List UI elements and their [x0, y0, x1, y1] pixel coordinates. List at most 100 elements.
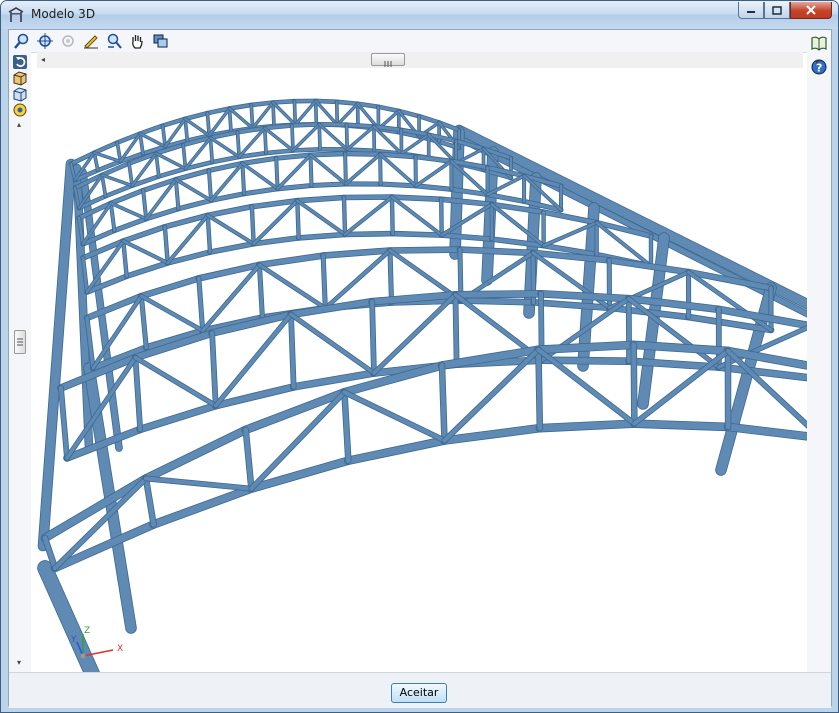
- roof-truss-0-vertical: [314, 99, 318, 126]
- roof-truss-3-bottom-chord: [208, 241, 256, 255]
- column-front-post: [38, 561, 100, 672]
- roof-truss-0-vertical: [250, 103, 254, 130]
- roof-truss-6-bottom-chord: [150, 485, 255, 528]
- roof-truss-6-diagonal: [342, 390, 447, 443]
- roof-truss-6-diagonal: [143, 476, 254, 491]
- roof-truss-1-bottom-chord: [291, 147, 322, 152]
- roof-truss-5-vertical: [58, 385, 70, 461]
- roof-truss-6-top-chord: [142, 426, 250, 482]
- minimize-button[interactable]: [738, 2, 764, 19]
- roof-truss-4-top-chord: [320, 248, 393, 259]
- steel-structure-model: X YZ: [37, 98, 807, 672]
- roof-truss-1-bottom-chord: [157, 167, 187, 178]
- roof-truss-0-diagonal: [93, 151, 122, 163]
- y-axis-label: Y: [70, 635, 77, 645]
- roof-truss-2-vertical: [309, 153, 313, 187]
- roof-truss-0-vertical: [228, 107, 233, 133]
- roof-truss-5-bottom-chord: [137, 402, 219, 433]
- roof-truss-2-diagonal: [379, 153, 417, 187]
- close-button[interactable]: [790, 2, 832, 19]
- roof-truss-4-top-chord: [457, 247, 536, 256]
- roof-truss-5-vertical: [453, 292, 459, 367]
- horizontal-scrollbar[interactable]: ◂: [37, 52, 803, 68]
- zoom-all-icon: [62, 35, 74, 47]
- roof-truss-6-top-chord: [534, 341, 638, 354]
- book-icon: [811, 36, 827, 51]
- roof-truss-6-vertical: [243, 427, 254, 492]
- roof-truss-1-diagonal: [209, 136, 241, 158]
- roof-truss-5-diagonal: [133, 355, 218, 408]
- roof-truss-4-vertical: [388, 248, 394, 305]
- column-left-back: [38, 159, 76, 551]
- roof-truss-6-vertical: [631, 342, 637, 427]
- edit-button[interactable]: [82, 32, 100, 50]
- scroll-down-arrow[interactable]: ▾: [17, 658, 21, 667]
- roof-truss-1-diagonal: [318, 123, 349, 151]
- roof-truss-5-top-chord: [452, 290, 544, 298]
- roof-truss-3-top-chord: [389, 195, 444, 202]
- roof-truss-3-top-chord: [121, 224, 167, 244]
- left-toolbar: ▴ ▾: [9, 52, 31, 672]
- 3d-model-viewport[interactable]: X YZ: [31, 68, 807, 672]
- roof-truss-4-top-chord: [387, 247, 463, 253]
- roof-truss-0-top-chord: [92, 141, 119, 155]
- horizontal-scroll-thumb[interactable]: [371, 53, 405, 67]
- roof-truss-1-vertical: [318, 123, 322, 151]
- zoom-tool-button[interactable]: [13, 32, 31, 50]
- roof-truss-2-diagonal: [309, 153, 347, 185]
- vertical-scroll-thumb[interactable]: [14, 330, 26, 354]
- pan-button[interactable]: [128, 32, 146, 50]
- roof-truss-0-top-chord: [335, 100, 360, 106]
- roof-truss-2-vertical: [109, 202, 116, 232]
- roof-truss-1-vertical: [290, 124, 295, 152]
- roof-truss-4-bottom-chord: [531, 299, 612, 311]
- roof-truss-1-top-chord: [345, 123, 376, 129]
- scroll-left-arrow[interactable]: ◂: [41, 55, 45, 64]
- scroll-right-arrow[interactable]: ▸: [816, 57, 820, 66]
- roof-truss-2-diagonal: [414, 160, 453, 187]
- roof-truss-0-diagonal: [336, 102, 359, 126]
- roof-truss-4-bottom-chord: [458, 298, 537, 305]
- title-bar[interactable]: Modelo 3D: [1, 1, 838, 29]
- roof-truss-2-vertical: [141, 189, 148, 221]
- app-frame-icon: [8, 7, 24, 22]
- roof-truss-2-vertical: [275, 157, 279, 191]
- roof-truss-3-diagonal: [206, 214, 255, 245]
- roof-truss-0-vertical: [293, 100, 297, 126]
- roof-truss-0-diagonal: [272, 101, 297, 126]
- roof-truss-6-bottom-chord: [344, 437, 448, 465]
- roof-truss-4-diagonal: [257, 263, 327, 310]
- wireframe-view-icon: [13, 87, 27, 102]
- roof-truss-0-diagonal: [228, 107, 254, 130]
- render-options-button[interactable]: [11, 101, 29, 119]
- close-icon: [806, 5, 816, 15]
- scroll-up-arrow[interactable]: ▴: [17, 120, 21, 129]
- roof-truss-4-diagonal: [139, 294, 205, 333]
- edit-icon: [84, 35, 98, 49]
- accept-button[interactable]: Aceitar: [391, 683, 447, 703]
- zoom-window-button[interactable]: [36, 32, 54, 50]
- roof-truss-3-bottom-chord: [390, 231, 444, 238]
- zoom-window-icon: [37, 33, 53, 49]
- roof-truss-6-bottom-chord: [536, 420, 638, 432]
- roof-truss-6-vertical: [535, 347, 543, 431]
- column-right-3: [578, 203, 599, 371]
- roof-truss-3-diagonal: [296, 199, 347, 236]
- roof-truss-3-vertical: [390, 195, 395, 235]
- roof-truss-1-vertical: [263, 127, 268, 155]
- roof-truss-6-bottom-chord: [630, 420, 732, 431]
- maximize-button[interactable]: [764, 2, 790, 19]
- roof-truss-5-vertical: [133, 355, 143, 432]
- view-layers-button[interactable]: [151, 32, 169, 50]
- roof-truss-0-diagonal: [184, 117, 211, 137]
- book-button[interactable]: [810, 34, 828, 52]
- zoom-all-button[interactable]: [59, 32, 77, 50]
- roof-truss-4-vertical: [139, 294, 148, 350]
- roof-truss-2-diagonal: [109, 202, 148, 220]
- window-client-area: ? ▸ ◂ ▴ ▾ X Y Z Aceitar: [8, 29, 832, 708]
- minimize-icon: [747, 11, 755, 13]
- roof-truss-5-diagonal: [289, 312, 376, 375]
- roof-truss-2-bottom-chord: [112, 217, 148, 233]
- roof-truss-6-bottom-chord: [51, 520, 158, 572]
- zoom-previous-button[interactable]: [105, 32, 123, 50]
